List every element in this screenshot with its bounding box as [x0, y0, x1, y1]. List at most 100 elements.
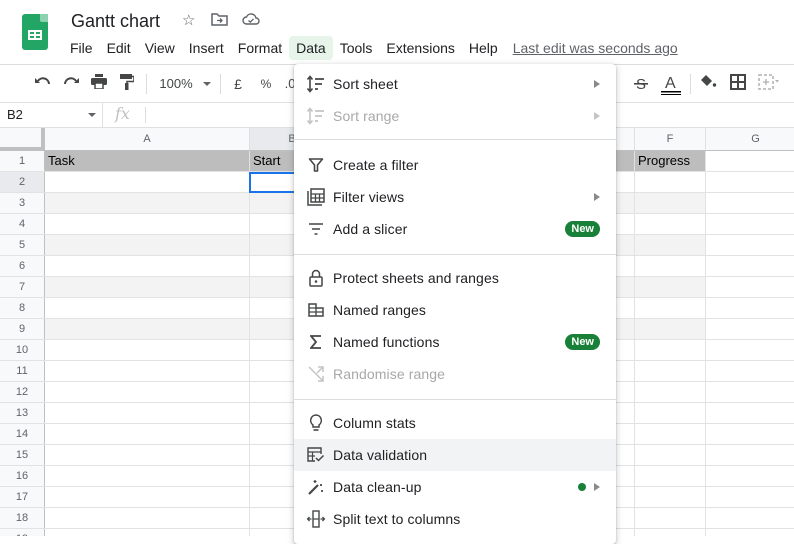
cell-a15[interactable]	[45, 445, 250, 465]
cell-a4[interactable]	[45, 214, 250, 234]
cell-a11[interactable]	[45, 361, 250, 381]
currency-format-button[interactable]: £	[230, 74, 246, 94]
cell-g2[interactable]	[706, 172, 794, 192]
cell-f6[interactable]	[635, 256, 706, 276]
row-header[interactable]: 1	[0, 151, 45, 171]
row-header[interactable]: 16	[0, 466, 45, 486]
cell-a14[interactable]	[45, 424, 250, 444]
merge-cells-icon[interactable]	[758, 74, 780, 95]
cell-f11[interactable]	[635, 361, 706, 381]
menu-item-named-ranges[interactable]: Named ranges	[294, 294, 616, 326]
star-icon[interactable]: ☆	[182, 12, 195, 30]
zoom-caret-icon[interactable]	[202, 74, 212, 99]
cell-g5[interactable]	[706, 235, 794, 255]
menu-item-filter-views[interactable]: Filter views	[294, 181, 616, 213]
cell-a10[interactable]	[45, 340, 250, 360]
cell-f13[interactable]	[635, 403, 706, 423]
name-box-caret-icon[interactable]	[88, 113, 96, 117]
row-header[interactable]: 6	[0, 256, 45, 276]
cell-g3[interactable]	[706, 193, 794, 213]
cell-g19[interactable]	[706, 529, 794, 536]
cell-g13[interactable]	[706, 403, 794, 423]
document-title[interactable]: Gantt chart	[71, 11, 160, 32]
cell-g14[interactable]	[706, 424, 794, 444]
row-header[interactable]: 8	[0, 298, 45, 318]
cell-a1[interactable]: Task	[45, 151, 250, 171]
cell-f16[interactable]	[635, 466, 706, 486]
cell-a12[interactable]	[45, 382, 250, 402]
row-header[interactable]: 7	[0, 277, 45, 297]
cell-g9[interactable]	[706, 319, 794, 339]
cell-a6[interactable]	[45, 256, 250, 276]
cell-f2[interactable]	[635, 172, 706, 192]
cell-a13[interactable]	[45, 403, 250, 423]
menu-view[interactable]: View	[138, 36, 182, 60]
cell-g7[interactable]	[706, 277, 794, 297]
cell-a17[interactable]	[45, 487, 250, 507]
cell-f17[interactable]	[635, 487, 706, 507]
menu-data[interactable]: Data	[289, 36, 333, 60]
menu-help[interactable]: Help	[462, 36, 505, 60]
cell-g1[interactable]	[706, 151, 794, 171]
row-header[interactable]: 13	[0, 403, 45, 423]
redo-icon[interactable]	[62, 74, 80, 94]
fill-color-icon[interactable]	[699, 74, 717, 95]
cell-g15[interactable]	[706, 445, 794, 465]
row-header[interactable]: 10	[0, 340, 45, 360]
cell-a8[interactable]	[45, 298, 250, 318]
menu-item-sort-sheet[interactable]: Sort sheet	[294, 68, 616, 100]
percent-format-button[interactable]: %	[257, 74, 275, 94]
cell-g4[interactable]	[706, 214, 794, 234]
cell-g16[interactable]	[706, 466, 794, 486]
cell-a16[interactable]	[45, 466, 250, 486]
strikethrough-icon[interactable]: S	[632, 74, 650, 97]
cell-g6[interactable]	[706, 256, 794, 276]
row-header[interactable]: 14	[0, 424, 45, 444]
menu-insert[interactable]: Insert	[182, 36, 231, 60]
row-header[interactable]: 11	[0, 361, 45, 381]
row-header[interactable]: 5	[0, 235, 45, 255]
cell-a7[interactable]	[45, 277, 250, 297]
menu-item-protect-sheets[interactable]: Protect sheets and ranges	[294, 262, 616, 294]
cell-g12[interactable]	[706, 382, 794, 402]
cell-f18[interactable]	[635, 508, 706, 528]
cell-a18[interactable]	[45, 508, 250, 528]
borders-icon[interactable]	[729, 74, 747, 95]
cell-f19[interactable]	[635, 529, 706, 536]
row-header[interactable]: 15	[0, 445, 45, 465]
cell-g17[interactable]	[706, 487, 794, 507]
zoom-select[interactable]: 100%	[158, 74, 194, 94]
paint-format-icon[interactable]	[119, 74, 135, 95]
last-edit-link[interactable]: Last edit was seconds ago	[513, 40, 678, 56]
cell-g18[interactable]	[706, 508, 794, 528]
row-header[interactable]: 19	[0, 529, 45, 536]
cell-f15[interactable]	[635, 445, 706, 465]
row-header[interactable]: 17	[0, 487, 45, 507]
column-header-a[interactable]: A	[45, 128, 250, 150]
row-header[interactable]: 18	[0, 508, 45, 528]
row-header[interactable]: 12	[0, 382, 45, 402]
formula-input[interactable]	[155, 107, 285, 123]
cell-f3[interactable]	[635, 193, 706, 213]
column-header-f[interactable]: F	[635, 128, 706, 150]
cell-f10[interactable]	[635, 340, 706, 360]
menu-item-named-functions[interactable]: Named functions New	[294, 326, 616, 358]
cell-f9[interactable]	[635, 319, 706, 339]
cell-g8[interactable]	[706, 298, 794, 318]
menu-tools[interactable]: Tools	[333, 36, 380, 60]
menu-item-add-slicer[interactable]: Add a slicer New	[294, 213, 616, 245]
menu-item-split-text[interactable]: Split text to columns	[294, 503, 616, 535]
row-header[interactable]: 3	[0, 193, 45, 213]
row-header[interactable]: 2	[0, 172, 45, 192]
sheets-logo-icon[interactable]	[22, 14, 48, 50]
cell-g10[interactable]	[706, 340, 794, 360]
menu-item-sort-range[interactable]: Sort range	[294, 100, 616, 132]
cell-f5[interactable]	[635, 235, 706, 255]
undo-icon[interactable]	[34, 74, 52, 94]
cell-a2[interactable]	[45, 172, 250, 192]
menu-edit[interactable]: Edit	[100, 36, 138, 60]
cell-f8[interactable]	[635, 298, 706, 318]
row-header[interactable]: 9	[0, 319, 45, 339]
menu-file[interactable]: File	[63, 36, 100, 60]
menu-format[interactable]: Format	[231, 36, 289, 60]
